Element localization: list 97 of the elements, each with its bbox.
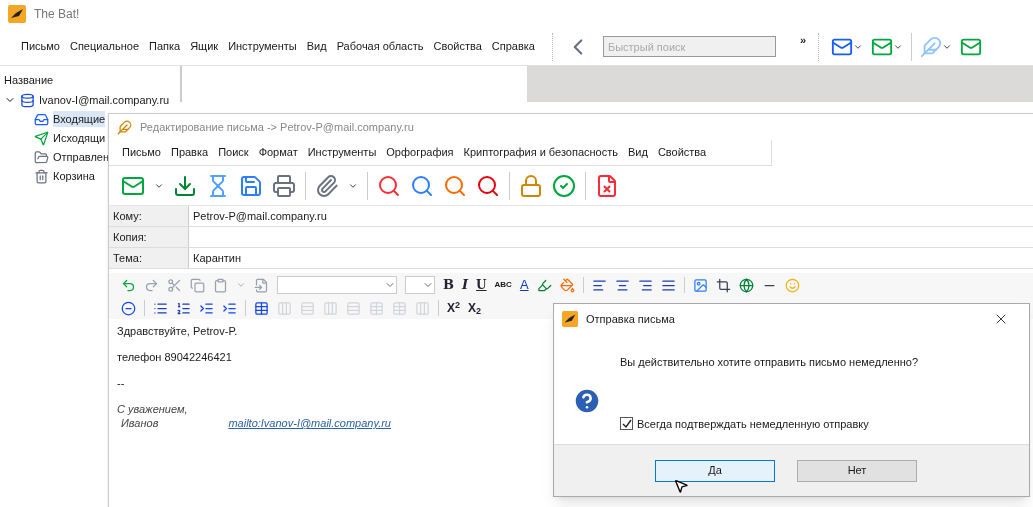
tree-item[interactable]: Ivanov-I@mail.company.ru <box>39 91 170 109</box>
menu-item[interactable]: Специальное <box>64 38 144 55</box>
list-icon[interactable] <box>153 300 168 316</box>
menu-item[interactable]: Письмо <box>117 144 166 161</box>
file-icon[interactable] <box>254 277 269 293</box>
align-justify-icon[interactable] <box>660 277 676 293</box>
menu-item[interactable]: Формат <box>253 144 303 161</box>
field-label: Копия: <box>109 227 189 247</box>
send-icon <box>34 130 49 146</box>
menu-item[interactable]: Папка <box>144 38 186 55</box>
file-delete-icon[interactable] <box>595 173 619 198</box>
body-text: -- <box>117 376 125 389</box>
folder-icon <box>34 149 49 165</box>
globe-icon[interactable] <box>738 277 754 293</box>
paint-bucket-icon[interactable] <box>559 277 575 293</box>
table-icon[interactable] <box>254 300 269 316</box>
save-icon[interactable] <box>239 173 263 198</box>
question-icon <box>572 386 602 416</box>
dialog-button[interactable]: Нет <box>797 459 917 482</box>
menu-item[interactable]: Свойства <box>652 144 712 161</box>
scissors-icon[interactable] <box>167 277 182 293</box>
overflow-button[interactable]: » <box>799 32 807 49</box>
app-logo-icon <box>562 311 578 327</box>
window-title: Редактирование письма -> Petrov-P@mail.company.ru <box>140 119 414 135</box>
search-icon[interactable] <box>377 173 401 198</box>
menu-item[interactable]: Инструменты <box>302 144 382 161</box>
image-icon[interactable] <box>692 277 708 293</box>
menu-item[interactable]: Вид <box>623 144 653 161</box>
align-right-icon[interactable] <box>637 277 653 293</box>
menu-item[interactable]: Вид <box>301 38 332 55</box>
numbered-list-icon[interactable] <box>176 300 191 316</box>
signature-name: Иванов <box>120 416 159 429</box>
search-field[interactable]: Быстрый поиск <box>602 36 776 57</box>
minus-circle-icon[interactable] <box>121 300 136 316</box>
menu-item[interactable]: Ящик <box>185 38 224 55</box>
inbox-icon <box>34 111 49 127</box>
search-icon[interactable] <box>476 173 500 198</box>
feather-icon[interactable] <box>920 35 943 58</box>
field-label: Тема: <box>109 248 189 268</box>
menu-item[interactable]: Письмо <box>16 38 65 55</box>
window-title: The Bat! <box>34 6 80 23</box>
redo-icon[interactable] <box>144 277 159 293</box>
check-circle-icon[interactable] <box>552 173 576 198</box>
mouse-cursor-icon <box>673 478 689 494</box>
format-button[interactable]: B <box>443 275 454 295</box>
clipboard-icon[interactable] <box>213 277 228 293</box>
menu-item[interactable]: Поиск <box>213 144 254 161</box>
menu-item[interactable]: Инструменты <box>223 38 302 55</box>
highlighter-icon[interactable] <box>536 277 552 293</box>
format-button[interactable]: I <box>462 275 469 295</box>
printer-icon[interactable] <box>272 173 296 198</box>
menu-item[interactable]: Орфография <box>381 144 459 161</box>
menu-item[interactable]: Рабочая область <box>331 38 429 55</box>
menu-item[interactable]: Правка <box>165 144 214 161</box>
database-icon <box>20 92 35 108</box>
trash-icon <box>34 168 49 184</box>
input-field[interactable]: Карантин <box>189 248 1033 268</box>
column-header: Название <box>4 73 55 88</box>
body-text: телефон 89042246421 <box>117 350 232 363</box>
tree-item[interactable]: Входящие <box>53 110 106 128</box>
search-icon[interactable] <box>410 173 434 198</box>
paperclip-icon[interactable] <box>315 173 339 198</box>
download-icon[interactable] <box>173 173 197 198</box>
body-text: Здравствуйте, Petrov-P. <box>117 324 238 337</box>
script-button[interactable]: X$^{2}$ <box>447 299 461 317</box>
menu-item[interactable]: Свойства <box>428 38 487 55</box>
checkbox[interactable] <box>620 417 633 431</box>
tree-item[interactable]: Исходящи <box>53 129 106 147</box>
tree-item[interactable]: Корзина <box>53 167 95 185</box>
body-text: С уважением, <box>117 402 188 415</box>
lock-icon[interactable] <box>519 173 543 198</box>
smile-icon[interactable] <box>784 277 800 293</box>
feather-icon <box>117 119 132 135</box>
menu-item[interactable]: Криптография и безопасность <box>458 144 623 161</box>
field-label: Кому: <box>109 206 189 226</box>
copy-icon[interactable] <box>190 277 205 293</box>
align-left-icon[interactable] <box>591 277 607 293</box>
crop-icon[interactable] <box>715 277 731 293</box>
checkbox-label: Всегда подтверждать немедленную отправку <box>637 416 869 432</box>
dialog-title: Отправка письма <box>586 311 676 327</box>
app-logo-icon <box>8 5 26 23</box>
indent-icon[interactable] <box>199 300 214 316</box>
format-button[interactable]: U <box>476 276 487 294</box>
dialog-message: Вы действительно хотите отправить письмо немедленно? <box>620 355 919 370</box>
input-field[interactable]: Petrov-P@mail.company.ru <box>189 206 1033 226</box>
caret-icon <box>236 280 246 290</box>
format-button[interactable]: A <box>519 275 529 295</box>
tree-item[interactable]: Отправлен <box>53 148 109 166</box>
menu-item[interactable]: Справка <box>486 38 540 55</box>
dialog-button[interactable]: Да <box>655 459 775 482</box>
search-icon[interactable] <box>443 173 467 198</box>
email-link[interactable]: mailto:Ivanov-I@mail.company.ru <box>228 415 391 429</box>
format-button[interactable]: ABC <box>494 279 512 291</box>
undo-icon[interactable] <box>121 277 136 293</box>
script-button[interactable]: X$_{2}$ <box>468 299 482 317</box>
align-center-icon[interactable] <box>614 277 630 293</box>
indent-icon[interactable] <box>222 300 237 316</box>
